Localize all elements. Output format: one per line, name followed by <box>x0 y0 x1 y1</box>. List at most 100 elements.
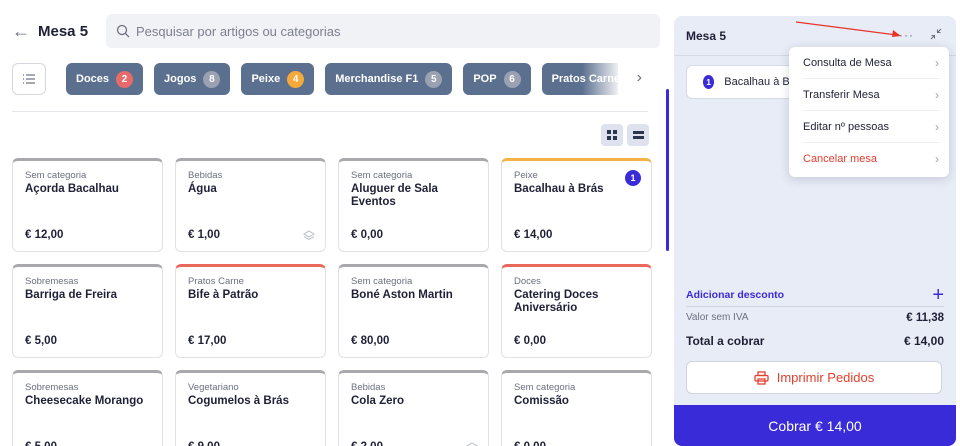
product-category: Vegetariano <box>188 382 239 393</box>
net-label: Valor sem IVA <box>686 312 749 323</box>
product-price: € 9,00 <box>188 441 220 446</box>
layers-icon <box>466 442 478 446</box>
menu-item[interactable]: Consulta de Mesa › <box>803 47 939 79</box>
product-name: Barriga de Freira <box>25 289 118 301</box>
product-name: Bife à Patrão <box>188 289 259 301</box>
menu-item[interactable]: Cancelar mesa › <box>803 143 939 175</box>
category-count-badge: 2 <box>116 70 134 88</box>
annotation-arrow-icon <box>795 21 901 37</box>
product-card[interactable]: Peixe Bacalhau à Brás € 14,00 1 <box>501 158 652 252</box>
product-card[interactable]: Sem categoria Boné Aston Martin € 80,00 <box>338 264 489 358</box>
product-category: Sem categoria <box>514 382 576 393</box>
category-count-badge: 5 <box>425 70 443 88</box>
product-card[interactable]: Sobremesas Barriga de Freira € 5,00 <box>12 264 163 358</box>
product-card[interactable]: Sem categoria Comissão € 0,00 <box>501 370 652 446</box>
product-card[interactable]: Pratos Carne Bife à Patrão € 17,00 <box>175 264 326 358</box>
net-value: € 11,38 <box>906 312 944 324</box>
charge-button[interactable]: Cobrar € 14,00 <box>674 405 956 446</box>
product-name: Cheesecake Morango <box>25 395 144 407</box>
category-chip[interactable]: Peixe 4 <box>241 63 315 95</box>
product-price: € 12,00 <box>25 229 64 241</box>
category-chip-label: Merchandise F1 <box>335 73 419 85</box>
search-icon <box>116 24 130 38</box>
category-chip-label: Jogos <box>164 73 197 85</box>
product-card[interactable]: Sem categoria Açorda Bacalhau € 12,00 <box>12 158 163 252</box>
product-category: Pratos Carne <box>188 276 244 287</box>
category-chip-label: Peixe <box>251 73 281 85</box>
arrow-left-icon[interactable]: ← <box>12 21 34 42</box>
product-qty-badge: 1 <box>625 170 641 186</box>
table-options-menu: Consulta de Mesa › Transferir Mesa › Editar … <box>789 47 949 177</box>
category-count-badge: 4 <box>287 70 305 88</box>
product-category: Sobremesas <box>25 382 79 393</box>
product-price: € 80,00 <box>351 335 390 347</box>
product-card[interactable]: Doces Catering Doces Aniversário € 0,00 <box>501 264 652 358</box>
chevron-right-icon: › <box>935 55 939 70</box>
product-price: € 2,00 <box>351 441 383 446</box>
total-value: € 14,00 <box>903 334 944 348</box>
collapse-icon[interactable] <box>930 28 942 40</box>
print-orders-label: Imprimir Pedidos <box>776 370 875 385</box>
product-name: Boné Aston Martin <box>351 289 453 301</box>
category-list-button[interactable] <box>12 63 46 95</box>
product-price: € 5,00 <box>25 441 57 446</box>
product-price: € 0,00 <box>514 441 546 446</box>
category-chip-label: Doces <box>76 73 110 85</box>
category-chips: Doces 2 Jogos 8 Peixe 4 Merchandise F1 5 POP 6 Pra… <box>66 63 618 95</box>
chevron-right-icon: › <box>935 152 939 166</box>
category-chip[interactable]: Merchandise F1 5 <box>325 63 453 95</box>
product-name: Catering Doces Aniversário <box>514 289 599 314</box>
product-card[interactable]: Sem categoria Aluguer de Sala Eventos € 0,… <box>338 158 489 252</box>
product-grid: Sem categoria Açorda Bacalhau € 12,00 Bebid… <box>12 158 652 446</box>
order-qty-badge: 1 <box>703 75 715 89</box>
view-toggle <box>601 124 649 146</box>
menu-item[interactable]: Editar nº pessoas › <box>803 111 939 143</box>
net-value-row: Valor sem IVA € 11,38 <box>686 312 944 324</box>
product-price: € 5,00 <box>25 335 57 347</box>
search-input[interactable] <box>136 23 616 39</box>
category-chip-label: POP <box>473 73 497 85</box>
list-icon <box>23 74 35 84</box>
menu-item-label: Editar nº pessoas <box>803 120 889 133</box>
category-count-badge: 8 <box>203 70 221 88</box>
product-name: Aluguer de Sala Eventos <box>351 183 438 208</box>
search-bar[interactable] <box>106 14 660 48</box>
add-discount-row[interactable]: Adicionar desconto + <box>686 285 944 305</box>
product-card[interactable]: Vegetariano Cogumelos à Brás € 9,00 <box>175 370 326 446</box>
list-view-button[interactable] <box>627 124 649 146</box>
scrollbar[interactable] <box>666 89 669 251</box>
category-count-badge: 6 <box>503 70 521 88</box>
grid-icon <box>607 130 617 140</box>
add-discount-link[interactable]: Adicionar desconto <box>686 289 784 301</box>
product-name: Açorda Bacalhau <box>25 183 119 195</box>
total-row: Total a cobrar € 14,00 <box>686 334 944 348</box>
category-bar: Doces 2 Jogos 8 Peixe 4 Merchandise F1 5 POP 6 Pra… <box>12 63 648 95</box>
page-title: Mesa 5 <box>38 22 89 40</box>
grid-view-button[interactable] <box>601 124 623 146</box>
category-chip[interactable]: POP 6 <box>463 63 531 95</box>
menu-item-label: Consulta de Mesa <box>803 56 892 69</box>
product-card[interactable]: Sobremesas Cheesecake Morango € 5,00 <box>12 370 163 446</box>
category-chip[interactable]: Doces 2 <box>66 63 144 95</box>
plus-icon[interactable]: + <box>932 285 944 305</box>
order-line[interactable]: 1 Bacalhau à Brás <box>686 65 806 99</box>
category-chip[interactable]: Jogos 8 <box>154 63 231 95</box>
menu-item[interactable]: Transferir Mesa › <box>803 79 939 111</box>
product-card[interactable]: Bebidas Água € 1,00 <box>175 158 326 252</box>
product-card[interactable]: Bebidas Cola Zero € 2,00 <box>338 370 489 446</box>
product-category: Bebidas <box>188 170 223 181</box>
layers-icon <box>303 230 315 241</box>
menu-item-label: Transferir Mesa <box>803 88 880 101</box>
chevron-right-icon[interactable]: › <box>637 69 642 87</box>
product-price: € 17,00 <box>188 335 227 347</box>
product-category: Doces <box>514 276 541 287</box>
product-price: € 0,00 <box>514 335 546 347</box>
product-name: Água <box>188 183 217 195</box>
product-name: Bacalhau à Brás <box>514 183 604 195</box>
divider <box>686 306 944 307</box>
printer-icon <box>754 370 769 385</box>
product-name: Cogumelos à Brás <box>188 395 289 407</box>
total-label: Total a cobrar <box>686 334 765 348</box>
product-price: € 14,00 <box>514 229 553 241</box>
print-orders-button[interactable]: Imprimir Pedidos <box>686 361 942 394</box>
